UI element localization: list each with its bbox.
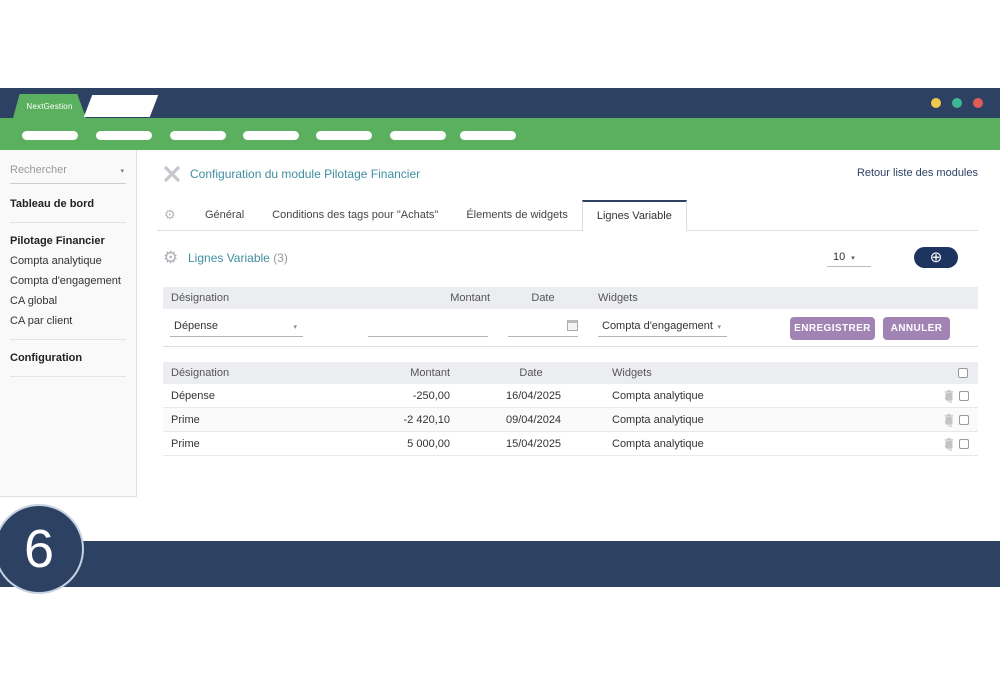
app-window: NextGestion ▾ Tableau de bord Pilotage F… [0, 0, 1000, 679]
slide-number: 6 [24, 518, 54, 580]
cell-widgets: Compta analytique [612, 414, 704, 426]
tab-lignes-variable[interactable]: Lignes Variable [582, 200, 687, 232]
form-header-designation: Désignation [171, 292, 229, 304]
nav-pill[interactable] [22, 131, 78, 140]
page-title: Configuration du module Pilotage Financi… [190, 167, 420, 181]
divider [10, 339, 126, 340]
cell-designation: Dépense [171, 390, 215, 402]
sidebar-item-tableau-de-bord[interactable]: Tableau de bord [10, 194, 126, 214]
close-dot-icon[interactable] [973, 98, 983, 108]
cancel-button[interactable]: ANNULER [883, 317, 950, 340]
tab-list: Général Conditions des tags pour "Achats… [191, 200, 687, 231]
main-content: Configuration du module Pilotage Financi… [137, 150, 1000, 541]
widgets-select[interactable]: Compta d'engagement ▾ [598, 317, 727, 337]
title-bar: NextGestion [0, 88, 1000, 118]
form-header-date: Date [518, 292, 568, 304]
plus-icon: ⊕ [930, 250, 943, 265]
col-widgets: Widgets [612, 367, 652, 379]
nav-pill[interactable] [170, 131, 226, 140]
nav-pill[interactable] [243, 131, 299, 140]
maximize-dot-icon[interactable] [952, 98, 962, 108]
main-navbar [0, 118, 1000, 150]
minimize-dot-icon[interactable] [931, 98, 941, 108]
sidebar-item-compta-analytique[interactable]: Compta analytique [10, 251, 126, 271]
cell-widgets: Compta analytique [612, 390, 704, 402]
caret-down-icon: ▾ [717, 323, 721, 331]
tab-elements-widgets[interactable]: Élements de widgets [452, 200, 582, 231]
chevron-down-icon: ▾ [851, 255, 855, 262]
brand-label: NextGestion [26, 102, 72, 111]
section-count: (3) [273, 251, 288, 265]
divider [10, 222, 126, 223]
form-header-montant: Montant [413, 292, 490, 304]
sidebar: ▾ Tableau de bord Pilotage Financier Com… [0, 150, 137, 497]
caret-down-icon: ▾ [293, 323, 297, 331]
row-actions: ✎ [944, 414, 969, 425]
nav-pill[interactable] [96, 131, 152, 140]
row-checkbox[interactable] [959, 439, 969, 449]
cell-date: 16/04/2025 [506, 390, 556, 402]
col-montant: Montant [373, 367, 450, 379]
footer-bar [0, 541, 1000, 587]
cell-designation: Prime [171, 438, 200, 450]
row-actions: ✎ [944, 390, 969, 401]
pencil-icon[interactable]: ✎ [944, 444, 953, 454]
gear-icon: ⚙ [163, 249, 178, 266]
col-date: Date [506, 367, 556, 379]
form-header-band: Désignation Montant Date Widgets [163, 287, 978, 309]
divider [10, 376, 126, 377]
montant-input[interactable] [368, 317, 488, 337]
gear-icon: ⚙ [164, 208, 176, 221]
brand-tab[interactable]: NextGestion [13, 94, 86, 118]
brand-shape [84, 95, 158, 117]
sidebar-item-configuration[interactable]: Configuration [10, 348, 126, 368]
sidebar-item-ca-par-client[interactable]: CA par client [10, 311, 126, 331]
sidebar-item-ca-global[interactable]: CA global [10, 291, 126, 311]
sidebar-search[interactable]: ▾ [10, 162, 126, 184]
table-header-band: Désignation Montant Date Widgets [163, 362, 978, 384]
search-input[interactable] [10, 162, 126, 178]
save-button[interactable]: ENREGISTRER [790, 317, 875, 340]
cell-designation: Prime [171, 414, 200, 426]
tab-conditions-tags-achats[interactable]: Conditions des tags pour "Achats" [258, 200, 452, 231]
tab-general[interactable]: Général [191, 200, 258, 231]
new-line-form: Dépense ▾ Compta d'engagement ▾ ENREGIST… [163, 309, 978, 347]
sidebar-item-pilotage-financier[interactable]: Pilotage Financier [10, 231, 126, 251]
page-header: Configuration du module Pilotage Financi… [163, 164, 978, 184]
sidebar-item-compta-engagement[interactable]: Compta d'engagement [10, 271, 126, 291]
nav-pill[interactable] [390, 131, 446, 140]
form-header-widgets: Widgets [598, 292, 638, 304]
section-title: Lignes Variable (3) [188, 251, 288, 265]
row-checkbox[interactable] [959, 415, 969, 425]
table-row: Prime -2 420,10 09/04/2024 Compta analyt… [163, 408, 978, 432]
pencil-icon[interactable]: ✎ [944, 396, 953, 406]
calendar-icon[interactable] [567, 320, 578, 331]
col-designation: Désignation [171, 367, 229, 379]
pencil-icon[interactable]: ✎ [944, 420, 953, 430]
page-size-select[interactable]: 10▾ [827, 249, 871, 267]
cell-widgets: Compta analytique [612, 438, 704, 450]
cell-montant: -250,00 [373, 390, 450, 402]
back-to-modules-link[interactable]: Retour liste des modules [857, 167, 978, 179]
section-header: ⚙ Lignes Variable (3) 10▾ ⊕ [163, 247, 978, 271]
tabs-bar: ⚙ Général Conditions des tags pour "Acha… [157, 200, 978, 231]
table-row: Dépense -250,00 16/04/2025 Compta analyt… [163, 384, 978, 408]
table-row: Prime 5 000,00 15/04/2025 Compta analyti… [163, 432, 978, 456]
designation-select[interactable]: Dépense ▾ [170, 317, 303, 337]
cell-montant: 5 000,00 [373, 438, 450, 450]
cell-montant: -2 420,10 [373, 414, 450, 426]
nav-pill[interactable] [316, 131, 372, 140]
select-all-checkbox[interactable] [958, 368, 968, 378]
cell-date: 09/04/2024 [506, 414, 556, 426]
chevron-down-icon: ▾ [120, 167, 124, 175]
row-actions: ✎ [944, 438, 969, 449]
nav-pill[interactable] [460, 131, 516, 140]
cell-date: 15/04/2025 [506, 438, 556, 450]
window-controls [931, 98, 983, 108]
row-checkbox[interactable] [959, 391, 969, 401]
tools-icon [163, 165, 181, 183]
add-line-button[interactable]: ⊕ [914, 247, 958, 268]
